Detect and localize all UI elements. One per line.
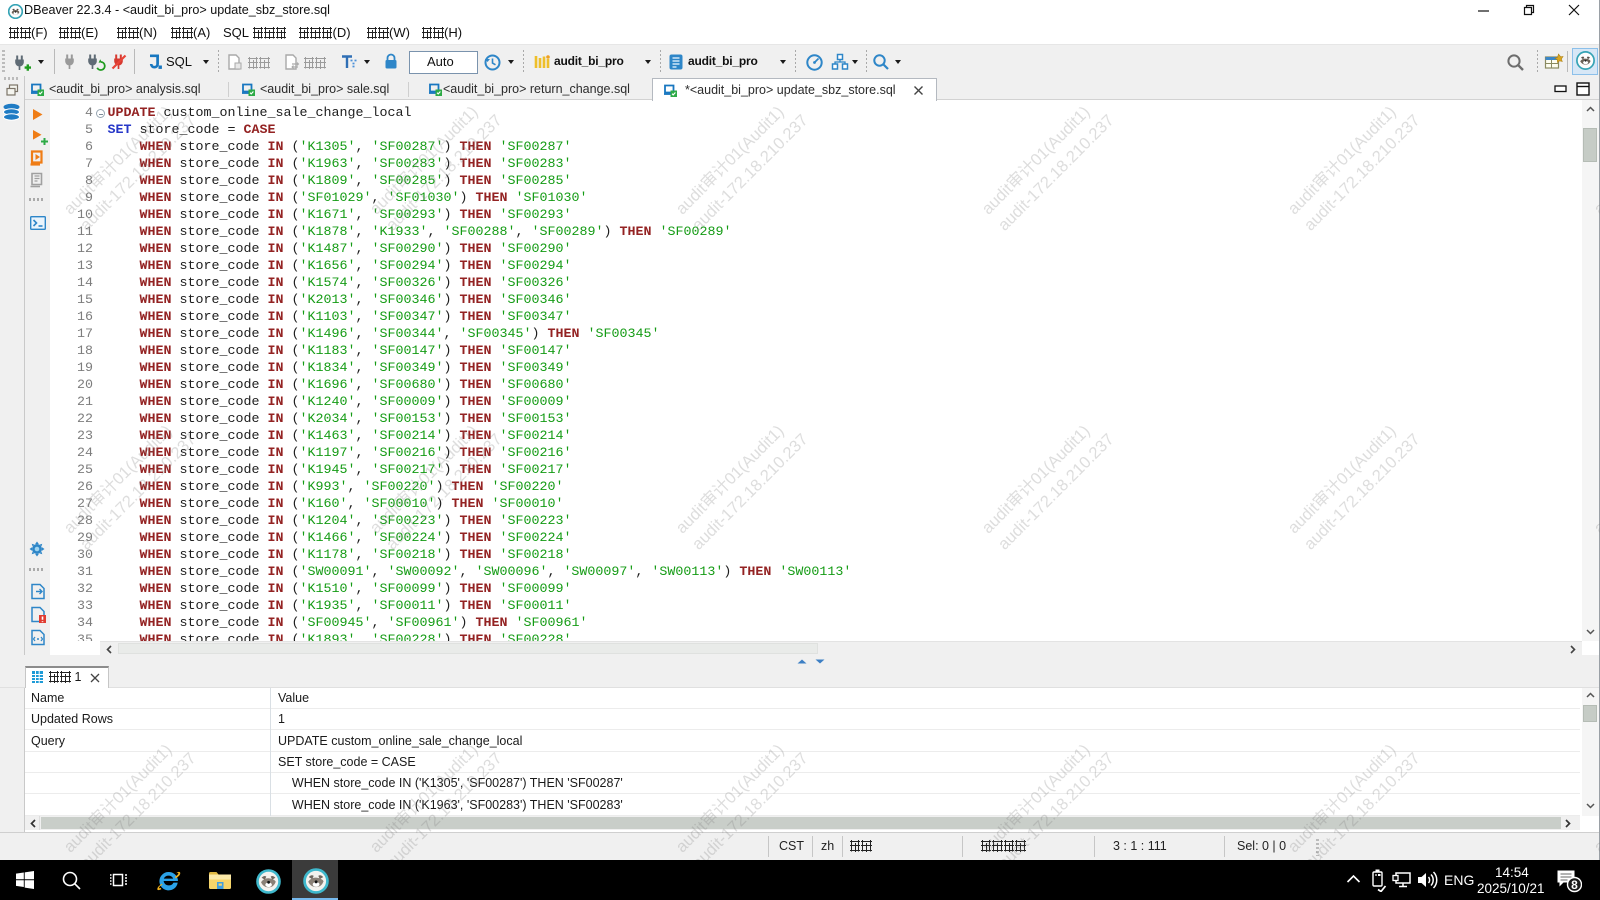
svg-text:8: 8 — [1571, 878, 1578, 892]
